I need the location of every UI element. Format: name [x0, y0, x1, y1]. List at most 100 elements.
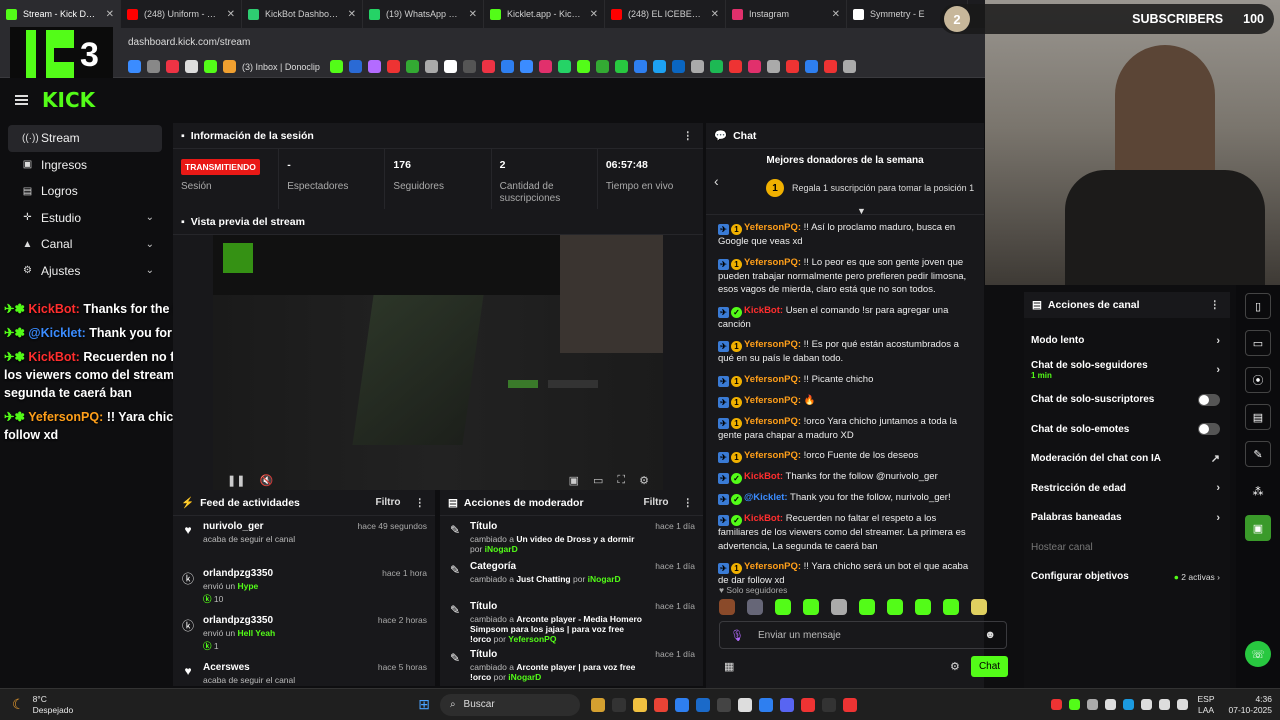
- emote-icon[interactable]: [915, 599, 931, 615]
- bookmark-favicon-icon[interactable]: [766, 60, 780, 73]
- menu-icon[interactable]: [15, 95, 28, 105]
- chat-username[interactable]: YefersonPQ:: [744, 395, 801, 406]
- bookmark-favicon-icon[interactable]: [614, 60, 628, 73]
- bookmark-favicon-icon[interactable]: [785, 60, 799, 73]
- emote-icon[interactable]: [943, 599, 959, 615]
- pause-icon[interactable]: ❚❚: [227, 474, 245, 487]
- sidebar-item-stream[interactable]: ((·)) Stream: [8, 125, 162, 152]
- mod-filter-button[interactable]: Filtro: [644, 497, 669, 508]
- tray-icon[interactable]: [1159, 699, 1170, 710]
- bookmark-donoclip[interactable]: (3) Inbox | Donoclip: [242, 62, 320, 72]
- bookmark-favicon-icon[interactable]: [633, 60, 647, 73]
- mod-action-user[interactable]: YefersonPQ: [508, 634, 556, 644]
- support-icon[interactable]: ☏: [1245, 641, 1271, 667]
- phone-icon[interactable]: ▯: [1245, 293, 1271, 319]
- mod-action-item[interactable]: ✎ Título cambiado a Arconte player - Media…: [440, 596, 703, 644]
- more-options-icon[interactable]: ⋮: [1210, 299, 1221, 311]
- taskbar-app-icon[interactable]: [612, 697, 627, 712]
- bookmark-favicon-icon[interactable]: [842, 60, 856, 73]
- bookmark-favicon-icon[interactable]: [128, 60, 141, 73]
- channel-action-item[interactable]: Chat de solo-emotes: [1024, 415, 1230, 445]
- address-bar[interactable]: dashboard.kick.com/stream: [0, 28, 985, 56]
- chat-input[interactable]: 🎙 Enviar un mensaje ☻: [719, 621, 1007, 649]
- sidebar-item-estudio[interactable]: ✛ Estudio ⌄: [8, 205, 162, 232]
- browser-tab[interactable]: (248) Uniform - YouTube ✕: [121, 0, 242, 28]
- channel-action-item[interactable]: Palabras baneadas ›: [1024, 503, 1230, 533]
- channel-action-item[interactable]: Chat de solo-suscriptores: [1024, 385, 1230, 415]
- emote-icon[interactable]: [887, 599, 903, 615]
- tray-icon[interactable]: [1051, 699, 1062, 710]
- bookmark-favicon-icon[interactable]: [443, 60, 457, 73]
- more-options-icon[interactable]: ⋮: [683, 497, 694, 509]
- feed-username[interactable]: orlandpzg3350: [203, 568, 374, 579]
- chat-username[interactable]: YefersonPQ:: [744, 339, 801, 350]
- bookmark-favicon-icon[interactable]: [804, 60, 818, 73]
- feed-username[interactable]: nurivolo_ger: [203, 521, 350, 532]
- taskbar-search[interactable]: ⌕ Buscar: [439, 693, 580, 716]
- bookmark-favicon-icon[interactable]: [519, 60, 533, 73]
- taskbar-app-icon[interactable]: [675, 697, 690, 712]
- bookmark-favicon-icon[interactable]: [747, 60, 761, 73]
- mod-action-item[interactable]: ✎ Título cambiado a Arconte player | para …: [440, 644, 703, 684]
- stream-video[interactable]: ❚❚ 🔇 ▣ ▭ ⛶ ⚙: [213, 235, 663, 490]
- emote-icon[interactable]: [719, 599, 735, 615]
- pip-icon[interactable]: ▣: [569, 474, 579, 487]
- weather-widget[interactable]: 8°C Despejado: [33, 694, 74, 716]
- feed-username[interactable]: orlandpzg3350: [203, 615, 370, 626]
- chat-username[interactable]: YefersonPQ:: [744, 222, 801, 233]
- feed-username[interactable]: Acerswes: [203, 662, 370, 673]
- close-icon[interactable]: ✕: [227, 9, 235, 20]
- bookmark-favicon-icon[interactable]: [204, 60, 217, 73]
- sidebar-item-logros[interactable]: ▤ Logros: [8, 178, 162, 205]
- toggle-switch[interactable]: [1198, 423, 1220, 436]
- bookmark-favicon-icon[interactable]: [823, 60, 837, 73]
- bookmark-favicon-icon[interactable]: [538, 60, 552, 73]
- settings-icon[interactable]: ⚙: [639, 474, 649, 487]
- clock[interactable]: 4:36 07-10-2025: [1229, 694, 1272, 716]
- app-icon[interactable]: ▣: [1245, 515, 1271, 541]
- bookmark-favicon-icon[interactable]: [329, 60, 343, 73]
- channel-action-item[interactable]: Restricción de edad ›: [1024, 474, 1230, 504]
- chat-input-placeholder[interactable]: Enviar un mensaje: [758, 630, 841, 641]
- channel-action-item[interactable]: Chat de solo-seguidores 1 min ›: [1024, 356, 1230, 386]
- bookmark-favicon-icon[interactable]: [405, 60, 419, 73]
- close-icon[interactable]: ✕: [469, 9, 477, 20]
- browser-tab[interactable]: KickBot Dashboard ✕: [242, 0, 363, 28]
- close-icon[interactable]: ✕: [711, 9, 719, 20]
- feed-item[interactable]: ⓚ orlandpzg3350 envió un Hell Yeah ⓚ 1 hace …: [173, 610, 435, 657]
- chat-bubble-icon[interactable]: ▭: [1245, 330, 1271, 356]
- bookmark-favicon-icon[interactable]: [690, 60, 704, 73]
- bookmark-favicon-icon[interactable]: [500, 60, 514, 73]
- feed-item[interactable]: ⓚ orlandpzg3350 envió un Hype ⓚ 10 hace 1 ho…: [173, 563, 435, 610]
- close-icon[interactable]: ✕: [590, 9, 598, 20]
- taskbar-app-icon[interactable]: [759, 697, 774, 712]
- browser-tab[interactable]: (19) WhatsApp Business ✕: [363, 0, 484, 28]
- bookmark-favicon-icon[interactable]: [424, 60, 438, 73]
- mod-action-user[interactable]: iNogarD: [508, 672, 541, 682]
- tray-icon[interactable]: [1105, 699, 1116, 710]
- bookmark-favicon-icon[interactable]: [185, 60, 198, 73]
- sidebar-item-canal[interactable]: ▲ Canal ⌄: [8, 231, 162, 258]
- bookmark-favicon-icon[interactable]: [223, 60, 236, 73]
- bookmark-favicon-icon[interactable]: [462, 60, 476, 73]
- taskbar-app-icon[interactable]: [633, 697, 648, 712]
- chat-username[interactable]: YefersonPQ:: [744, 450, 801, 461]
- chat-username[interactable]: YefersonPQ:: [744, 374, 801, 385]
- bookmark-favicon-icon[interactable]: [652, 60, 666, 73]
- windows-start-icon[interactable]: ⊞: [418, 696, 430, 713]
- close-icon[interactable]: ✕: [348, 9, 356, 20]
- bookmark-favicon-icon[interactable]: [386, 60, 400, 73]
- bookmark-favicon-icon[interactable]: [147, 60, 160, 73]
- emote-icon[interactable]: [971, 599, 987, 615]
- tray-icon[interactable]: [1069, 699, 1080, 710]
- tray-icon[interactable]: [1123, 699, 1134, 710]
- language-indicator[interactable]: ESP LAA: [1198, 694, 1215, 716]
- taskbar-app-icon[interactable]: [654, 697, 669, 712]
- close-icon[interactable]: ✕: [832, 9, 840, 20]
- bookmark-favicon-icon[interactable]: [557, 60, 571, 73]
- taskbar-app-icon[interactable]: [780, 697, 795, 712]
- theater-icon[interactable]: ▭: [593, 474, 603, 487]
- chat-username[interactable]: YefersonPQ:: [744, 561, 801, 572]
- bookmark-favicon-icon[interactable]: [671, 60, 685, 73]
- pinned-icon[interactable]: ▼: [857, 206, 866, 216]
